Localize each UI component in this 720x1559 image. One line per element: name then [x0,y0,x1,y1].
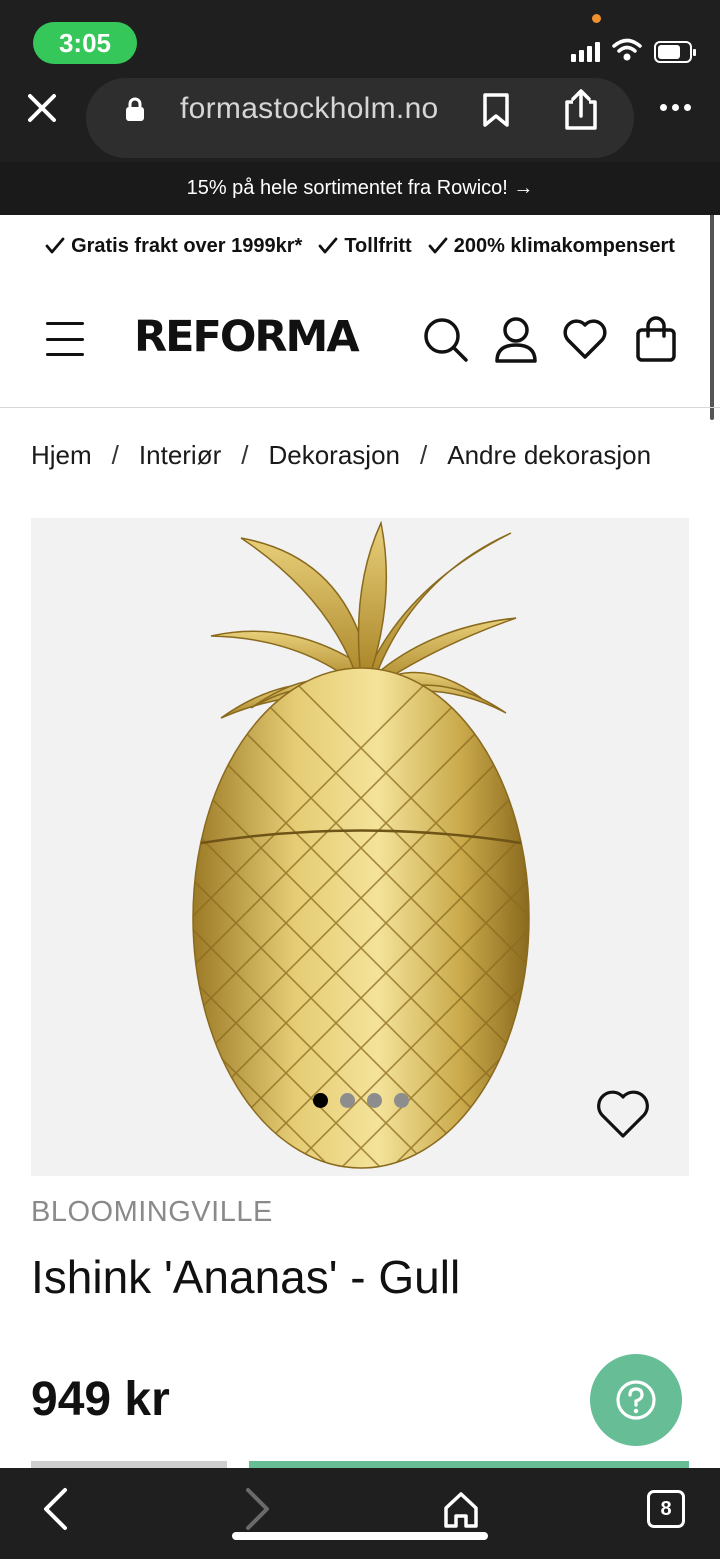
forward-arrow-icon[interactable] [243,1486,273,1532]
checkmark-icon [318,237,338,254]
privacy-indicator [592,14,601,23]
usp-item: Tollfritt [318,234,412,258]
site-logo[interactable]: REFORMA [134,312,360,362]
product-image-carousel[interactable] [31,518,689,1176]
bookmark-icon[interactable] [481,92,511,128]
question-mark-icon [616,1380,656,1420]
close-button[interactable] [22,88,62,128]
account-icon[interactable] [494,316,538,364]
usp-label: Tollfritt [344,234,412,257]
usp-label: Gratis frakt over 1999kr* [71,234,303,257]
close-icon [28,94,56,122]
search-icon[interactable] [422,316,470,364]
usp-label: 200% klimakompensert [453,234,675,257]
promo-banner[interactable]: 15% på hele sortimentet fra Rowico! → [0,162,720,215]
product-title: Ishink 'Ananas' - Gull [31,1251,461,1303]
product-brand[interactable]: BLOOMINGVILLE [31,1196,273,1229]
browser-chrome: 3:05 formastockholm.no [0,0,720,162]
add-to-wishlist-heart-icon[interactable] [595,1088,651,1140]
battery-icon [654,41,696,63]
more-options-icon[interactable] [660,104,691,111]
status-time: 3:05 [33,22,137,64]
home-icon[interactable] [442,1490,480,1530]
site-header: REFORMA [0,290,720,408]
pineapple-ice-bucket-image [192,520,530,1169]
breadcrumb-separator: / [241,440,249,470]
tabs-button[interactable]: 8 [647,1490,685,1528]
checkmark-icon [45,237,65,254]
carousel-dot[interactable] [340,1093,355,1108]
carousel-dot[interactable] [367,1093,382,1108]
usp-row: Gratis frakt over 1999kr* Tollfritt 200%… [0,226,720,266]
usp-item: Gratis frakt over 1999kr* [45,235,302,258]
carousel-dot[interactable] [394,1093,409,1108]
shopping-bag-icon[interactable] [634,316,678,364]
browser-toolbar: 8 [0,1468,720,1559]
wishlist-heart-icon[interactable] [562,316,608,362]
breadcrumb-separator: / [420,440,428,470]
tab-count: 8 [660,1497,672,1520]
url-text[interactable]: formastockholm.no [180,92,439,126]
home-indicator [232,1532,488,1540]
breadcrumb-item-andre-dekorasjon[interactable]: Andre dekorasjon [447,440,651,471]
breadcrumb: Hjem / Interiør / Dekorasjon / Andre dek… [31,440,651,471]
share-icon[interactable] [561,88,601,132]
promo-text: 15% på hele sortimentet fra Rowico! → [186,177,534,199]
product-price: 949 kr [31,1373,170,1426]
carousel-dot[interactable] [313,1093,328,1108]
help-button[interactable] [590,1354,682,1446]
back-arrow-icon[interactable] [40,1486,70,1532]
hamburger-menu-icon[interactable] [46,322,84,356]
wifi-icon [612,38,642,61]
breadcrumb-item-hjem[interactable]: Hjem [31,440,92,471]
cellular-signal-icon [571,42,600,62]
checkmark-icon [428,237,448,254]
carousel-indicator[interactable] [313,1093,409,1108]
breadcrumb-item-dekorasjon[interactable]: Dekorasjon [268,440,400,471]
lock-icon [126,97,144,121]
breadcrumb-item-interior[interactable]: Interiør [139,440,221,471]
usp-item: 200% klimakompensert [428,235,675,258]
breadcrumb-separator: / [111,440,119,470]
